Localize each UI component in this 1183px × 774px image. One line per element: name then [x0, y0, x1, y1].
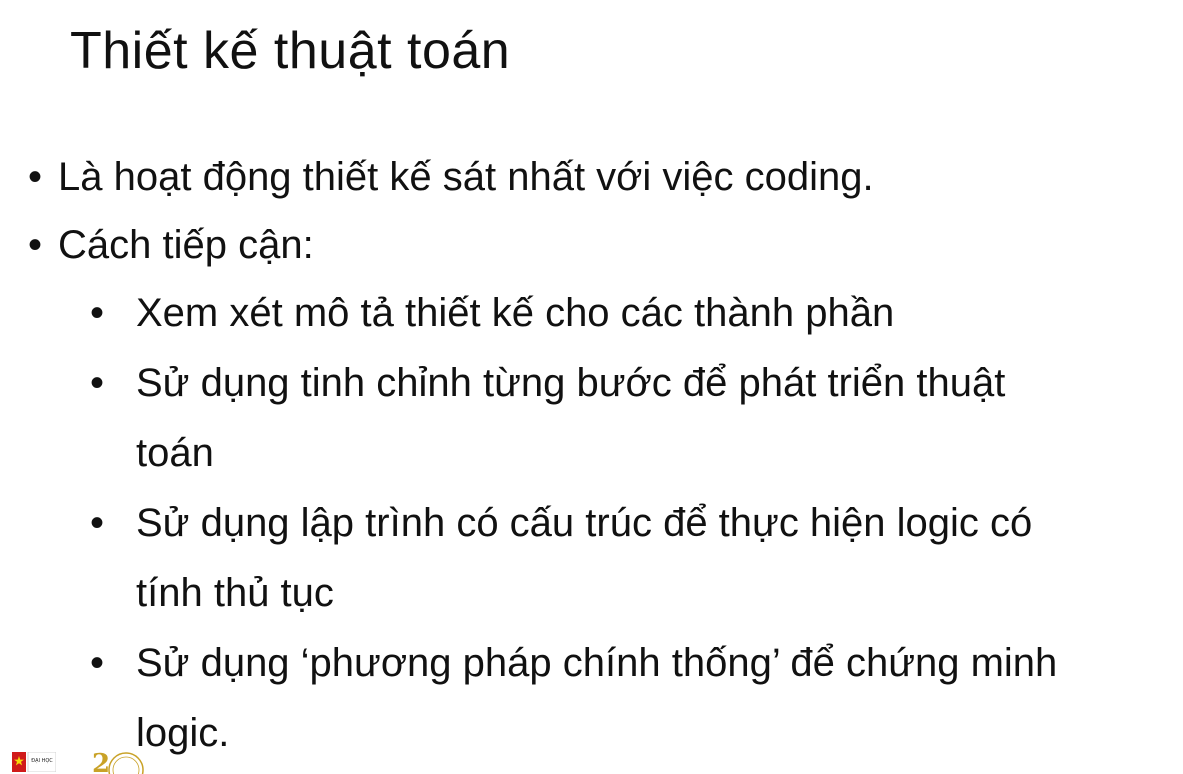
- bullet-dot: •: [90, 291, 105, 335]
- bullet-text: Là hoạt động thiết kế sát nhất với việc …: [58, 155, 874, 199]
- bullet-text-continued: logic.: [136, 711, 230, 755]
- bullet-text: Sử dụng ‘phương pháp chính thống’ để chứ…: [136, 641, 1058, 685]
- bullet-text: Xem xét mô tả thiết kế cho các thành phầ…: [136, 291, 895, 335]
- bullet-text-continued: tính thủ tục: [136, 571, 334, 615]
- anniversary-seal-icon: 2: [92, 749, 144, 774]
- bullet-text: Cách tiếp cận:: [58, 223, 314, 267]
- slide-title: Thiết kế thuật toán: [70, 22, 511, 80]
- university-logo-icon: ĐẠI HỌC: [12, 752, 56, 772]
- bullet-dot: •: [90, 641, 105, 685]
- bullet-dot: •: [90, 501, 105, 545]
- bullet-text-continued: toán: [136, 431, 214, 475]
- svg-text:ĐẠI HỌC: ĐẠI HỌC: [31, 758, 53, 764]
- bullet-text: Sử dụng lập trình có cấu trúc để thực hi…: [136, 501, 1033, 545]
- bullet-dot: •: [28, 155, 43, 199]
- bullet-dot: •: [28, 223, 43, 267]
- bullet-dot: •: [90, 361, 105, 405]
- bullet-text: Sử dụng tinh chỉnh từng bước để phát tri…: [136, 361, 1006, 405]
- svg-text:2: 2: [92, 749, 110, 774]
